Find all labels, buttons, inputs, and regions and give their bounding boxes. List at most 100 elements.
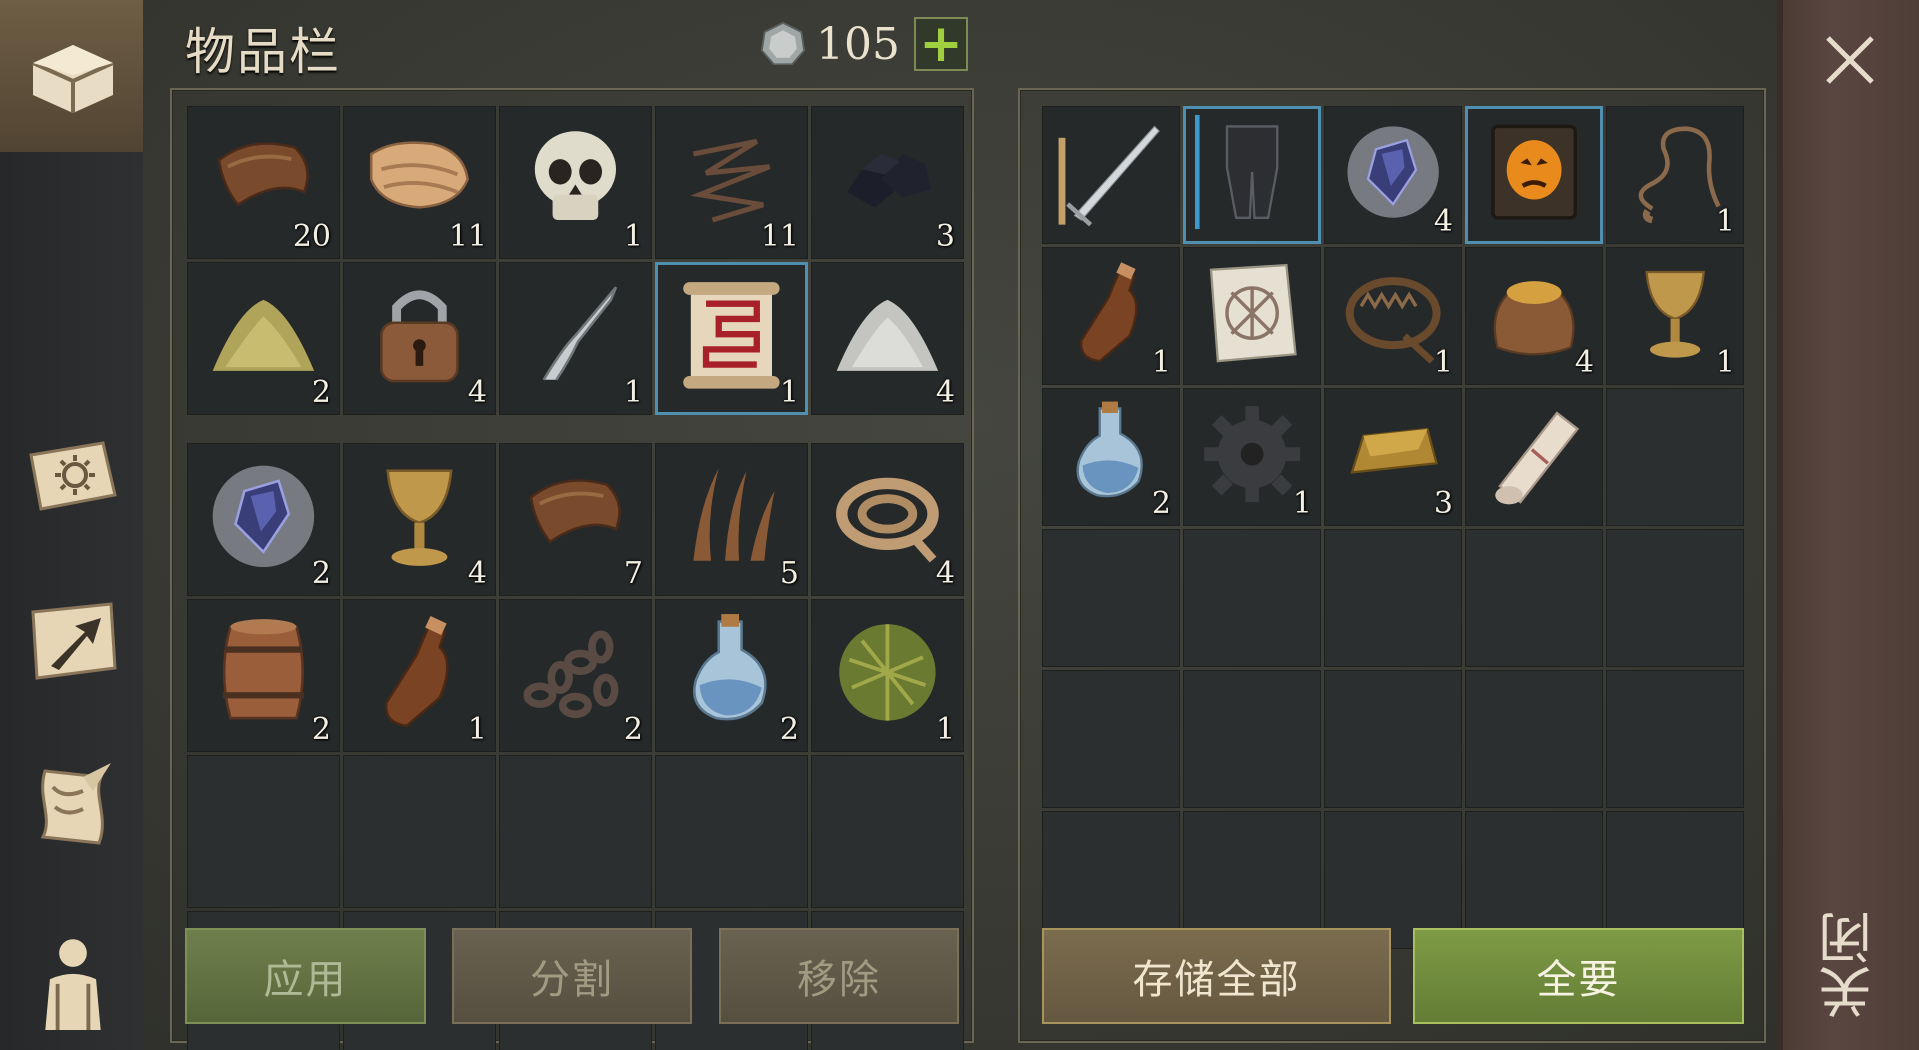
empty-slot[interactable] xyxy=(1606,388,1744,526)
rope-icon xyxy=(836,477,939,563)
item-slot[interactable] xyxy=(1183,106,1321,244)
item-slot[interactable]: 11 xyxy=(655,106,808,259)
item-slot[interactable]: 4 xyxy=(343,262,496,415)
plus-icon: + xyxy=(919,14,963,74)
skull-icon xyxy=(534,131,617,221)
split-button[interactable]: 分割 xyxy=(452,928,692,1024)
sidebar xyxy=(0,0,143,1050)
empty-slot[interactable] xyxy=(1183,670,1321,808)
skills-book-icon[interactable] xyxy=(18,420,128,530)
lockpick-icon xyxy=(542,286,618,381)
empty-slot[interactable] xyxy=(811,755,964,908)
item-count: 1 xyxy=(1433,345,1453,380)
mask-book-icon xyxy=(1491,124,1577,220)
item-slot[interactable]: 7 xyxy=(499,443,652,596)
sulfur-pile-icon xyxy=(212,299,315,371)
item-slot[interactable]: 1 xyxy=(1183,388,1321,526)
scroll-quest-icon[interactable] xyxy=(18,752,128,862)
item-slot[interactable]: 1 xyxy=(655,262,808,415)
item-slot[interactable]: 1 xyxy=(499,262,652,415)
item-count: 11 xyxy=(448,219,487,254)
empty-slot[interactable] xyxy=(1606,670,1744,808)
item-count: 4 xyxy=(1433,204,1453,239)
item-slot[interactable]: 4 xyxy=(811,262,964,415)
item-slot[interactable]: 4 xyxy=(811,443,964,596)
add-currency-button[interactable]: + xyxy=(913,14,968,74)
blueprint-icon xyxy=(1209,264,1297,363)
close-strip[interactable] xyxy=(1777,0,1919,1050)
item-slot[interactable] xyxy=(1042,106,1180,244)
page-title: 物品栏 xyxy=(185,23,341,81)
empty-slot[interactable] xyxy=(1042,529,1180,667)
item-slot[interactable]: 4 xyxy=(1324,106,1462,244)
empty-slot[interactable] xyxy=(1606,529,1744,667)
item-slot[interactable] xyxy=(1465,106,1603,244)
potion-icon xyxy=(693,614,767,721)
chest-icon[interactable] xyxy=(18,18,128,128)
empty-slot[interactable] xyxy=(1465,670,1603,808)
item-slot[interactable]: 1 xyxy=(499,106,652,259)
store-all-button[interactable]: 存储全部 xyxy=(1042,928,1391,1024)
empty-slot[interactable] xyxy=(1042,670,1180,808)
empty-slot[interactable] xyxy=(187,755,340,908)
empty-slot[interactable] xyxy=(655,755,808,908)
remove-button[interactable]: 移除 xyxy=(719,928,959,1024)
item-slot[interactable]: 1 xyxy=(1606,247,1744,385)
close-label[interactable]: 关闭 xyxy=(1810,905,1890,1025)
item-slot[interactable]: 4 xyxy=(1465,247,1603,385)
item-slot[interactable]: 2 xyxy=(655,599,808,752)
empty-slot[interactable] xyxy=(1183,529,1321,667)
item-count: 7 xyxy=(623,556,643,591)
empty-slot[interactable] xyxy=(499,755,652,908)
bottle-icon xyxy=(385,616,449,728)
chain-icon xyxy=(523,630,619,719)
item-count: 2 xyxy=(623,712,643,747)
item-count: 20 xyxy=(292,219,331,254)
item-slot[interactable]: 1 xyxy=(343,599,496,752)
empty-slot[interactable] xyxy=(1324,529,1462,667)
item-count: 3 xyxy=(1433,486,1453,521)
item-slot[interactable]: 2 xyxy=(499,599,652,752)
item-count: 11 xyxy=(760,219,799,254)
item-count: 1 xyxy=(935,712,955,747)
item-slot[interactable]: 3 xyxy=(811,106,964,259)
item-slot[interactable]: 1 xyxy=(1324,247,1462,385)
item-slot[interactable]: 5 xyxy=(655,443,808,596)
item-slot[interactable]: 3 xyxy=(1324,388,1462,526)
item-count: 4 xyxy=(467,556,487,591)
goblet-icon xyxy=(386,469,453,566)
barrel-icon xyxy=(222,619,305,720)
sword-icon xyxy=(1058,125,1160,227)
leather-icon xyxy=(529,479,621,544)
item-slot[interactable]: 2 xyxy=(187,262,340,415)
item-slot[interactable]: 1 xyxy=(1042,247,1180,385)
padlock-icon xyxy=(380,290,459,383)
paper-roll-icon xyxy=(1495,411,1580,505)
item-count: 1 xyxy=(623,375,643,410)
character-icon[interactable] xyxy=(18,910,128,1050)
item-count: 2 xyxy=(311,375,331,410)
item-count: 2 xyxy=(311,556,331,591)
item-count: 2 xyxy=(311,712,331,747)
item-count: 5 xyxy=(779,556,799,591)
item-slot[interactable]: 11 xyxy=(343,106,496,259)
close-icon[interactable] xyxy=(1820,30,1880,90)
item-slot[interactable]: 2 xyxy=(187,599,340,752)
item-slot[interactable] xyxy=(1183,247,1321,385)
item-slot[interactable]: 1 xyxy=(811,599,964,752)
item-slot[interactable]: 1 xyxy=(1606,106,1744,244)
storage-grid: 4 1 1 1 4 1 2 1 3 xyxy=(1042,106,1744,949)
item-slot[interactable]: 2 xyxy=(187,443,340,596)
item-count: 4 xyxy=(467,375,487,410)
item-slot[interactable]: 4 xyxy=(343,443,496,596)
take-all-button[interactable]: 全要 xyxy=(1413,928,1744,1024)
empty-slot[interactable] xyxy=(1465,529,1603,667)
map-arrow-icon[interactable] xyxy=(18,585,128,695)
silver-coin-icon xyxy=(760,21,806,66)
apply-button[interactable]: 应用 xyxy=(185,928,426,1024)
item-slot[interactable] xyxy=(1465,388,1603,526)
item-slot[interactable]: 20 xyxy=(187,106,340,259)
empty-slot[interactable] xyxy=(1324,670,1462,808)
empty-slot[interactable] xyxy=(343,755,496,908)
item-slot[interactable]: 2 xyxy=(1042,388,1180,526)
